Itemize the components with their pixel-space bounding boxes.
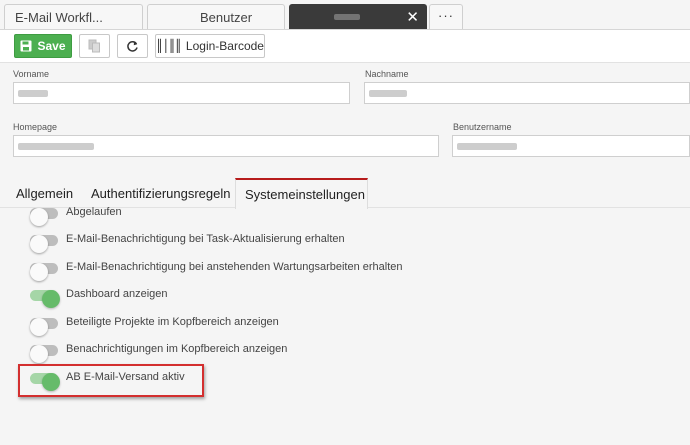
- toggle-knob[interactable]: [30, 318, 48, 336]
- toggle-row-maintenance-notification[interactable]: E-Mail-Benachrichtigung bei anstehenden …: [28, 259, 528, 281]
- toggle-knob[interactable]: [30, 208, 48, 226]
- toggle-track[interactable]: [30, 318, 58, 336]
- login-barcode-button[interactable]: ║│║║ Login-Barcode: [155, 34, 265, 58]
- close-icon[interactable]: ✕: [406, 8, 419, 26]
- tab-benutzer-label: Benutzer: [200, 10, 253, 25]
- more-tabs-button[interactable]: ···: [429, 4, 463, 29]
- toggle-knob[interactable]: [30, 263, 48, 281]
- barcode-icon: ║│║║: [156, 39, 182, 53]
- tab-current-user[interactable]: ✕: [289, 4, 427, 29]
- toggle-label: E-Mail-Benachrichtigung bei anstehenden …: [66, 261, 403, 273]
- highlight-box: [18, 364, 204, 397]
- toggle-knob[interactable]: [30, 235, 48, 253]
- user-form: Vorname Nachname Homepage Benutzername: [0, 63, 690, 175]
- tab-current-user-label-redacted: [334, 14, 360, 20]
- homepage-value-redacted: [18, 143, 94, 150]
- tab-email-workflow[interactable]: E-Mail Workfl...: [4, 4, 143, 29]
- toggle-label: Benachrichtigungen im Kopfbereich anzeig…: [66, 343, 288, 355]
- window-tab-strip: E-Mail Workfl... Benutzer ✕ ···: [0, 0, 690, 29]
- copy-button[interactable]: [79, 34, 110, 58]
- toggle-knob[interactable]: [42, 290, 60, 308]
- vorname-field[interactable]: [13, 82, 350, 104]
- toggle-track[interactable]: [30, 208, 58, 226]
- nachname-value-redacted: [369, 90, 407, 97]
- refresh-icon: [127, 40, 138, 52]
- toggle-track[interactable]: [30, 345, 58, 363]
- toggle-track[interactable]: [30, 235, 58, 253]
- toggle-row-task-notification[interactable]: E-Mail-Benachrichtigung bei Task-Aktuali…: [28, 231, 528, 253]
- toggle-label: Beteiligte Projekte im Kopfbereich anzei…: [66, 316, 279, 328]
- toggle-row-abgelaufen[interactable]: Abgelaufen: [28, 204, 528, 226]
- benutzername-label: Benutzername: [453, 122, 512, 132]
- toggle-label: Dashboard anzeigen: [66, 288, 168, 300]
- nachname-label: Nachname: [365, 69, 409, 79]
- benutzername-field[interactable]: [452, 135, 690, 157]
- floppy-disk-icon: [20, 40, 32, 52]
- homepage-field[interactable]: [13, 135, 439, 157]
- refresh-button[interactable]: [117, 34, 148, 58]
- vorname-label: Vorname: [13, 69, 50, 79]
- toggle-row-notifications-header[interactable]: Benachrichtigungen im Kopfbereich anzeig…: [28, 341, 528, 363]
- toolbar: Save ║│║║ Login-Barcode: [0, 29, 690, 63]
- homepage-label: Homepage: [13, 122, 58, 132]
- toggle-label: Abgelaufen: [66, 206, 122, 218]
- login-barcode-label: Login-Barcode: [185, 39, 264, 53]
- benutzername-value-redacted: [457, 143, 517, 150]
- tab-email-workflow-label: E-Mail Workfl...: [15, 10, 103, 25]
- toggle-track[interactable]: [30, 263, 58, 281]
- nachname-field[interactable]: [364, 82, 690, 104]
- save-button-label: Save: [37, 39, 66, 53]
- toggle-track[interactable]: [30, 290, 60, 308]
- toggle-knob[interactable]: [30, 345, 48, 363]
- save-button[interactable]: Save: [14, 34, 72, 58]
- copy-icon: [88, 39, 100, 53]
- toggle-label: E-Mail-Benachrichtigung bei Task-Aktuali…: [66, 233, 345, 245]
- vorname-value-redacted: [18, 90, 48, 97]
- toggle-row-projects-header[interactable]: Beteiligte Projekte im Kopfbereich anzei…: [28, 314, 528, 336]
- toggle-row-dashboard[interactable]: Dashboard anzeigen: [28, 286, 528, 308]
- tab-benutzer[interactable]: Benutzer: [147, 4, 285, 29]
